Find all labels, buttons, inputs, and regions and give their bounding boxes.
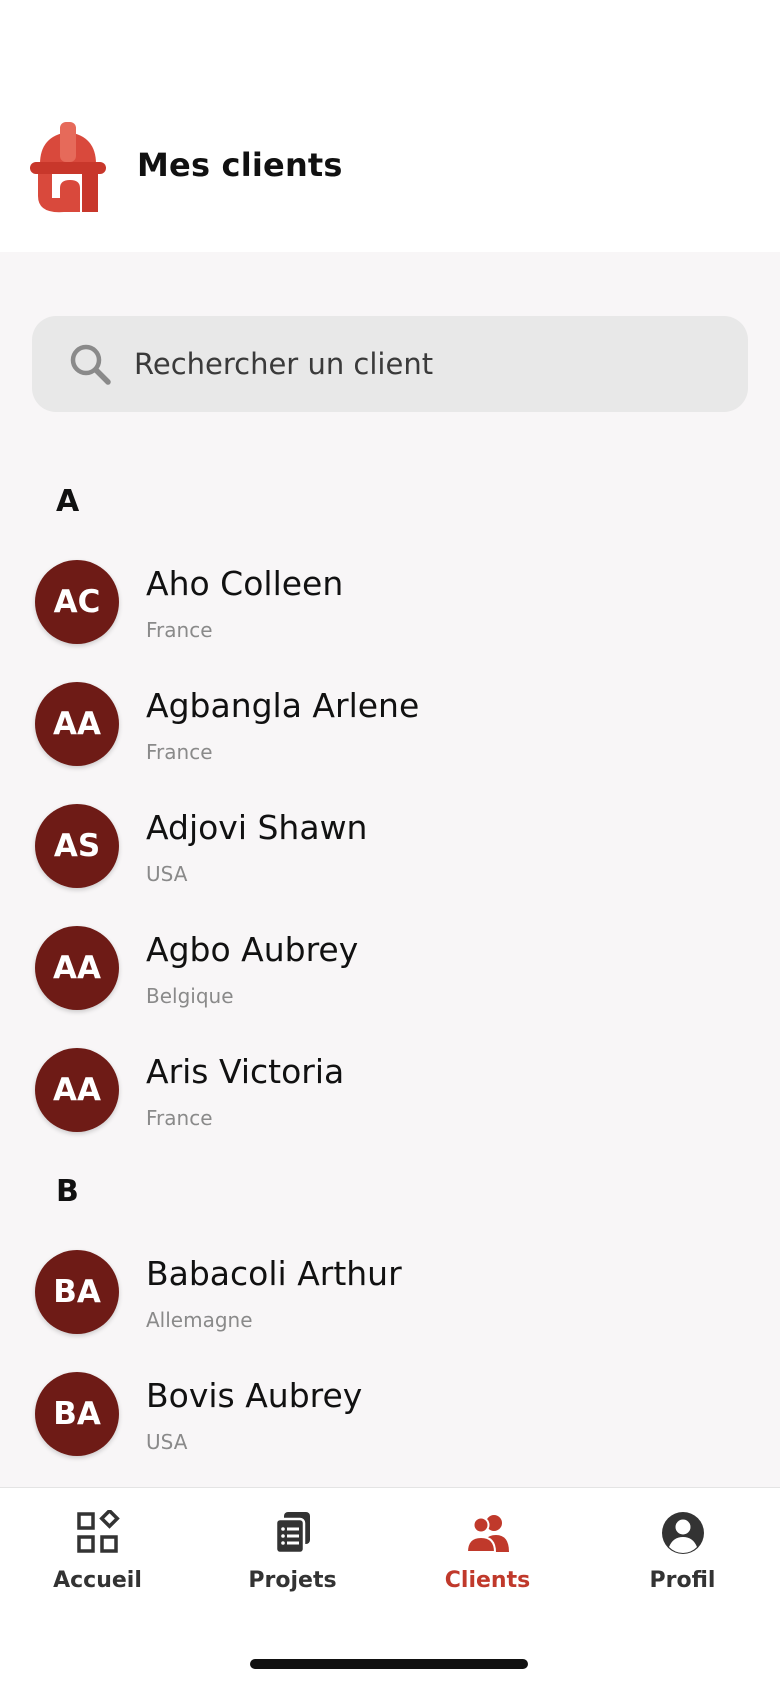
client-country: France: [146, 1106, 213, 1130]
documents-icon: [274, 1512, 310, 1555]
client-row[interactable]: AA Aris Victoria France: [0, 1048, 780, 1148]
client-name: Adjovi Shawn: [146, 808, 368, 847]
avatar: BA: [35, 1250, 119, 1334]
client-row[interactable]: BA Babacoli Arthur Allemagne: [0, 1250, 780, 1350]
client-row[interactable]: AA Agbo Aubrey Belgique: [0, 926, 780, 1026]
helmet-logo: [30, 122, 106, 213]
client-country: USA: [146, 862, 188, 886]
home-indicator: [250, 1659, 528, 1669]
client-name: Agbangla Arlene: [146, 686, 420, 725]
tab-label: Projets: [248, 1568, 337, 1593]
tab-label: Clients: [444, 1568, 531, 1593]
client-name: Aho Colleen: [146, 564, 344, 603]
client-country: Allemagne: [146, 1308, 253, 1332]
tab-projets[interactable]: Projets: [195, 1488, 390, 1618]
client-country: Belgique: [146, 984, 234, 1008]
tab-clients[interactable]: Clients: [390, 1488, 585, 1618]
client-row[interactable]: AA Agbangla Arlene France: [0, 682, 780, 782]
page-title: Mes clients: [137, 146, 343, 184]
client-country: USA: [146, 1430, 188, 1454]
tab-profil[interactable]: Profil: [585, 1488, 780, 1618]
avatar: AA: [35, 682, 119, 766]
users-icon: [465, 1515, 509, 1553]
client-country: France: [146, 618, 213, 642]
tab-accueil[interactable]: Accueil: [0, 1488, 195, 1618]
search-icon: [70, 344, 111, 385]
client-row[interactable]: AS Adjovi Shawn USA: [0, 804, 780, 904]
avatar: AA: [35, 1048, 119, 1132]
client-row[interactable]: AC Aho Colleen France: [0, 560, 780, 660]
dashboard-icon: [76, 1510, 120, 1553]
client-name: Agbo Aubrey: [146, 930, 359, 969]
client-row[interactable]: BA Bovis Aubrey USA: [0, 1372, 780, 1472]
profile-icon: [661, 1512, 704, 1554]
section-letter-a: A: [56, 484, 80, 519]
avatar: AS: [35, 804, 119, 888]
header: Mes clients: [0, 0, 780, 252]
avatar: AC: [35, 560, 119, 644]
client-name: Aris Victoria: [146, 1052, 345, 1091]
tab-label: Accueil: [53, 1568, 142, 1593]
section-letter-b: B: [56, 1174, 79, 1209]
tab-label: Profil: [649, 1568, 716, 1593]
avatar: AA: [35, 926, 119, 1010]
client-country: France: [146, 740, 213, 764]
search-input[interactable]: [134, 347, 694, 381]
avatar: BA: [35, 1372, 119, 1456]
client-name: Babacoli Arthur: [146, 1254, 402, 1293]
client-name: Bovis Aubrey: [146, 1376, 363, 1415]
search-bar[interactable]: [32, 316, 748, 412]
bottom-tab-bar: Accueil Projets Clients Profil: [0, 1487, 780, 1688]
